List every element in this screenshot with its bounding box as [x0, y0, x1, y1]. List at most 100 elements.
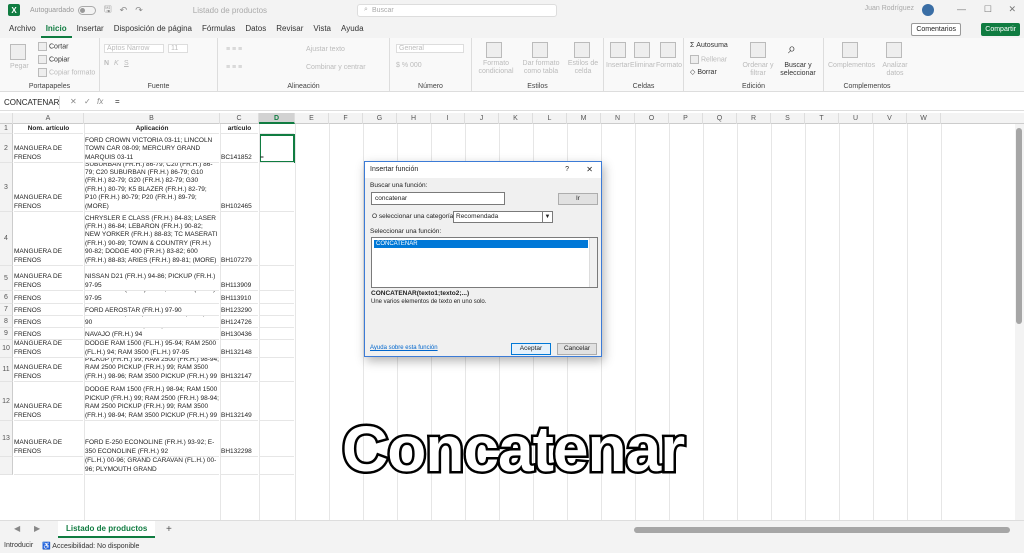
tab-archivo[interactable]: Archivo	[4, 20, 41, 38]
format-table-icon[interactable]	[532, 42, 548, 58]
cell-a[interactable]: MANGUERA DE FRENOS	[14, 163, 83, 212]
vertical-scroll-thumb[interactable]	[1016, 128, 1022, 324]
align-top-icon[interactable]: ≡ ≡ ≡	[226, 46, 242, 53]
select-all-corner[interactable]	[0, 113, 13, 124]
cell-b[interactable]: NISSAN D21 (FR.H.) 94-86; PICKUP (FR.H.)…	[85, 291, 219, 304]
prev-sheet-icon[interactable]: ◀	[14, 524, 20, 533]
tab-vista[interactable]: Vista	[308, 20, 336, 38]
sheet-tab[interactable]: Listado de productos	[58, 521, 156, 538]
column-header-v[interactable]: V	[873, 113, 907, 124]
tab-ayuda[interactable]: Ayuda	[336, 20, 369, 38]
column-header-n[interactable]: N	[601, 113, 635, 124]
cell-a[interactable]: MANGUERA DE FRENOS	[14, 421, 83, 457]
accessibility-status[interactable]: ♿ Accesibilidad: No disponible	[42, 542, 139, 550]
tab-insertar[interactable]: Insertar	[72, 20, 109, 38]
cancel-button[interactable]: Cancelar	[557, 343, 597, 355]
addins-icon[interactable]	[842, 42, 858, 58]
cell-c[interactable]: BH123290	[221, 304, 258, 316]
format-cells-button[interactable]: Formato	[656, 62, 682, 69]
category-select[interactable]: Recomendada ▼	[453, 211, 553, 223]
cell-b[interactable]: DODGE RAM 1500 (FR.H.) 98-94; RAM 1500 P…	[85, 382, 219, 421]
column-title-d[interactable]	[260, 124, 294, 134]
cell-styles-icon[interactable]	[574, 42, 590, 58]
cell-a[interactable]: MANGUERA DE FRENOS	[14, 328, 83, 340]
help-link[interactable]: Ayuda sobre esta función	[370, 345, 438, 351]
column-header-h[interactable]: H	[397, 113, 431, 124]
cell-b[interactable]: CHRYSLER E CLASS (FR.H.) 84-83; LASER (F…	[85, 212, 219, 266]
undo-icon[interactable]: ↶	[120, 5, 128, 16]
column-header-j[interactable]: J	[465, 113, 499, 124]
avatar[interactable]	[922, 4, 934, 16]
conditional-format-icon[interactable]	[486, 42, 502, 58]
delete-cells-button[interactable]: Eliminar	[630, 62, 655, 69]
format-cells-icon[interactable]	[660, 42, 676, 58]
cell-a[interactable]	[14, 457, 83, 475]
column-title-a[interactable]: Nom. artículo	[14, 124, 83, 134]
find-select-button[interactable]: Buscar y seleccionar	[778, 62, 818, 78]
cell-c[interactable]: BH107279	[221, 212, 258, 266]
clear-button[interactable]: ◇ Borrar	[690, 68, 717, 76]
minimize-icon[interactable]: —	[957, 4, 966, 14]
cell-d[interactable]	[260, 291, 294, 304]
paste-icon[interactable]	[10, 44, 26, 60]
cell-b[interactable]: FORD F-250 (FL.H.) 94-90; F-350 (FL.H.) …	[85, 316, 219, 328]
cell-d[interactable]	[260, 304, 294, 316]
cell-a[interactable]: MANGUERA DE FRENOS	[14, 266, 83, 291]
cell-d[interactable]	[260, 316, 294, 328]
go-button[interactable]: Ir	[558, 193, 598, 205]
cell-a[interactable]: MANGUERA DE FRENOS	[14, 291, 83, 304]
column-header-d[interactable]: D	[259, 113, 295, 124]
user-name[interactable]: Juan Rodríguez	[865, 5, 914, 12]
cell-c[interactable]: BH113909	[221, 266, 258, 291]
column-header-p[interactable]: P	[669, 113, 703, 124]
format-painter-button[interactable]: Copiar formato	[38, 68, 95, 77]
vertical-scrollbar[interactable]	[1015, 124, 1024, 520]
insert-cells-button[interactable]: Insertar	[606, 62, 630, 69]
cell-b[interactable]: DODGE RAM 1500 (FR.H.) 98-94; RAM 1500 P…	[85, 358, 219, 382]
dialog-close-icon[interactable]: ✕	[586, 162, 593, 178]
copy-button[interactable]: Copiar	[38, 55, 70, 64]
cell-b[interactable]: CHEVROLET C10 (FR.H.) 86-79; C10 SUBURBA…	[85, 163, 219, 212]
cell-d[interactable]	[260, 266, 294, 291]
cell-d[interactable]	[260, 358, 294, 382]
cell-a[interactable]: MANGUERA DE FRENOS	[14, 134, 83, 163]
column-header-k[interactable]: K	[499, 113, 533, 124]
insert-function-icon[interactable]: fx	[97, 97, 103, 106]
next-sheet-icon[interactable]: ▶	[34, 524, 40, 533]
search-function-input[interactable]: concatenar	[371, 192, 505, 205]
cell-c[interactable]: BH132147	[221, 358, 258, 382]
formula-input[interactable]: =	[115, 97, 120, 106]
paste-button[interactable]: Pegar	[10, 63, 29, 70]
cell-c[interactable]	[221, 457, 258, 475]
cell-d[interactable]	[260, 340, 294, 358]
tab-inicio[interactable]: Inicio	[40, 20, 72, 38]
cell-d[interactable]	[260, 328, 294, 340]
font-name-select[interactable]: Aptos Narrow	[104, 44, 164, 53]
cell-c[interactable]: BH132149	[221, 382, 258, 421]
italic-icon[interactable]: K	[114, 60, 119, 67]
column-header-c[interactable]: C	[220, 113, 259, 124]
sort-filter-icon[interactable]	[750, 42, 766, 58]
underline-icon[interactable]: S	[124, 60, 129, 67]
function-list-scrollbar[interactable]	[589, 238, 597, 287]
row-header[interactable]: 5	[0, 266, 13, 291]
cell-d[interactable]	[260, 457, 294, 475]
column-header-w[interactable]: W	[907, 113, 941, 124]
cell-c[interactable]: BH130436	[221, 328, 258, 340]
chevron-down-icon[interactable]: ▼	[542, 212, 552, 222]
cell-b[interactable]: FORD CROWN VICTORIA 03-11; LINCOLN TOWN …	[85, 134, 219, 163]
horizontal-scrollbar[interactable]	[634, 527, 1010, 533]
cell-a[interactable]: MANGUERA DE FRENOS	[14, 358, 83, 382]
row-header[interactable]: 2	[0, 134, 13, 163]
cell-d[interactable]	[260, 421, 294, 457]
column-header-t[interactable]: T	[805, 113, 839, 124]
cell-a[interactable]: MANGUERA DE FRENOS	[14, 304, 83, 316]
row-header[interactable]: 8	[0, 316, 13, 328]
share-button[interactable]: Compartir	[981, 23, 1020, 36]
function-list[interactable]: CONCATENAR	[371, 237, 598, 288]
confirm-icon[interactable]: ✓	[84, 97, 91, 106]
fill-button[interactable]: Rellenar	[690, 55, 727, 64]
row-header[interactable]: 11	[0, 358, 13, 382]
row-header[interactable]: 12	[0, 382, 13, 421]
cell-styles-button[interactable]: Estilos de celda	[564, 60, 602, 76]
